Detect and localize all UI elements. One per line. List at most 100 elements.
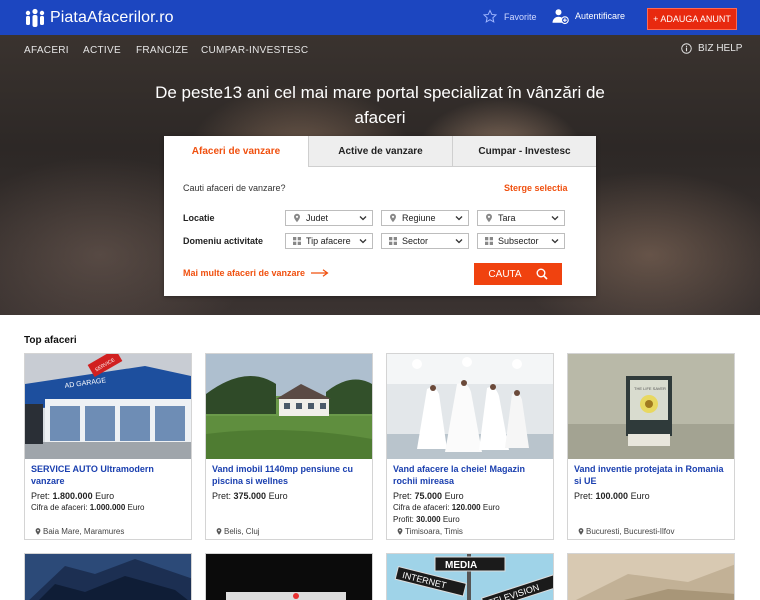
listing-profit: Profit: 30.000 Euro — [393, 515, 460, 524]
location-pin-icon — [294, 213, 300, 223]
nav-item-active[interactable]: ACTIVE — [83, 45, 121, 56]
location-pin-icon — [397, 528, 403, 535]
grid-icon — [485, 237, 493, 245]
chevron-down-icon — [359, 216, 367, 221]
price-currency: Euro — [630, 491, 650, 501]
listing-title[interactable]: Vand afacere la cheie! Magazin rochii mi… — [393, 463, 549, 487]
search-icon — [536, 268, 548, 280]
turnover-label: Cifra de afaceri: — [393, 503, 450, 512]
listing-title[interactable]: Vand imobil 1140mp pensiune cu piscina s… — [212, 463, 368, 487]
top-bar: PiataAfacerilor.ro Favorite Autentificar… — [0, 0, 760, 35]
listing-card[interactable]: MEDIA INTERNET TELEVISION — [386, 553, 554, 600]
listing-photo — [206, 554, 372, 600]
sector-select[interactable]: Sector — [381, 233, 469, 249]
location-pin-icon — [35, 528, 41, 535]
listing-title[interactable]: SERVICE AUTO Ultramodern vanzare — [31, 463, 187, 487]
main-nav: AFACERI ACTIVE FRANCIZE CUMPAR-INVESTESC… — [0, 35, 760, 67]
subsector-select[interactable]: Subsector — [477, 233, 565, 249]
search-panel: Afaceri de vanzare Active de vanzare Cum… — [164, 136, 596, 296]
section-title-top-afaceri: Top afaceri — [24, 335, 77, 346]
tab-active-de-vanzare[interactable]: Active de vanzare — [308, 136, 452, 167]
search-button[interactable]: CAUTA — [474, 263, 562, 285]
region-select[interactable]: Regiune — [381, 210, 469, 226]
favorites-link[interactable]: Favorite — [482, 9, 537, 24]
biz-help-link[interactable]: BIZ HELP — [681, 43, 742, 54]
add-listing-button[interactable]: + ADAUGA ANUNT — [647, 8, 737, 30]
listing-location: Bucuresti, Bucuresti-Ilfov — [577, 527, 674, 536]
hero-section: AFACERI ACTIVE FRANCIZE CUMPAR-INVESTESC… — [0, 35, 760, 315]
sector-value: Sector — [402, 236, 429, 246]
listing-turnover: Cifra de afaceri: 120.000 Euro — [393, 503, 500, 512]
county-value: Judet — [306, 213, 329, 223]
listing-card[interactable] — [567, 553, 735, 600]
chevron-down-icon — [455, 239, 463, 244]
tab-afaceri-de-vanzare[interactable]: Afaceri de vanzare — [164, 136, 308, 167]
listing-card[interactable]: THE LIFE SAVER Vand inventie protejata i… — [567, 353, 735, 540]
listing-location: Timisoara, Timis — [396, 527, 463, 536]
listing-price: Pret: 375.000 Euro — [212, 491, 288, 501]
more-businesses-link[interactable]: Mai multe afaceri de vanzare — [183, 268, 329, 278]
turnover-label: Cifra de afaceri: — [31, 503, 88, 512]
chevron-down-icon — [359, 239, 367, 244]
listing-photo — [25, 554, 191, 600]
profit-label: Profit: — [393, 515, 414, 524]
region-value: Regiune — [402, 213, 436, 223]
tab-cumpar-investesc[interactable]: Cumpar - Investesc — [452, 136, 596, 167]
county-select[interactable]: Judet — [285, 210, 373, 226]
grid-icon — [293, 237, 301, 245]
logo-text: PiataAfacerilor.ro — [50, 9, 174, 26]
country-value: Tara — [498, 213, 516, 223]
country-select[interactable]: Tara — [477, 210, 565, 226]
login-link[interactable]: Autentificare — [551, 7, 625, 25]
listing-turnover: Cifra de afaceri: 1.000.000 Euro — [31, 503, 144, 512]
grid-icon — [389, 237, 397, 245]
listing-photo: THE LIFE SAVER — [568, 354, 734, 459]
biz-help-label: BIZ HELP — [698, 43, 743, 54]
location-label: Locatie — [183, 213, 215, 223]
listing-card[interactable]: AD GARAGE SERVICE SERVICE AUTO Ultramode… — [24, 353, 192, 540]
listing-photo — [568, 554, 734, 600]
listing-price: Pret: 75.000 Euro — [393, 491, 464, 501]
listing-card[interactable]: Vand imobil 1140mp pensiune cu piscina s… — [205, 353, 373, 540]
user-add-icon — [552, 9, 569, 25]
listing-card[interactable] — [205, 553, 373, 600]
listing-card[interactable]: Vand afacere la cheie! Magazin rochii mi… — [386, 353, 554, 540]
location-text: Baia Mare, Maramures — [43, 527, 125, 536]
site-logo[interactable]: PiataAfacerilor.ro — [24, 7, 174, 29]
location-text: Belis, Cluj — [224, 527, 260, 536]
location-pin-icon — [486, 213, 492, 223]
chevron-down-icon — [551, 239, 559, 244]
business-type-value: Tip afacere — [306, 236, 351, 246]
hero-title: De peste13 ani cel mai mare portal speci… — [155, 83, 605, 127]
life-saver-text: THE LIFE SAVER — [634, 386, 666, 391]
profit-currency: Euro — [442, 515, 460, 524]
nav-item-francize[interactable]: FRANCIZE — [136, 45, 188, 56]
nav-item-afaceri[interactable]: AFACERI — [24, 45, 69, 56]
listing-price: Pret: 100.000 Euro — [574, 491, 650, 501]
price-label: Pret: — [574, 491, 594, 501]
subsector-value: Subsector — [498, 236, 539, 246]
listing-title[interactable]: Vand inventie protejata in Romania si UE — [574, 463, 730, 487]
more-businesses-label: Mai multe afaceri de vanzare — [183, 268, 306, 278]
nav-item-cumpar-investesc[interactable]: CUMPAR-INVESTESC — [201, 45, 308, 56]
info-icon — [681, 43, 692, 54]
location-pin-icon — [390, 213, 396, 223]
business-type-select[interactable]: Tip afacere — [285, 233, 373, 249]
location-text: Bucuresti, Bucuresti-Ilfov — [586, 527, 675, 536]
turnover-value: 120.000 — [451, 503, 481, 512]
price-value: 1.800.000 — [52, 491, 93, 501]
price-currency: Euro — [444, 491, 464, 501]
search-button-label: CAUTA — [488, 268, 522, 280]
chevron-down-icon — [551, 216, 559, 221]
price-value: 375.000 — [233, 491, 267, 501]
price-label: Pret: — [212, 491, 232, 501]
media-sign-text: MEDIA — [445, 560, 477, 571]
chevron-down-icon — [455, 216, 463, 221]
clear-selection-link[interactable]: Sterge selectia — [504, 183, 568, 193]
listing-photo: AD GARAGE SERVICE — [25, 354, 191, 459]
listing-card[interactable] — [24, 553, 192, 600]
price-label: Pret: — [31, 491, 51, 501]
listing-photo: MEDIA INTERNET TELEVISION — [387, 554, 553, 600]
turnover-currency: Euro — [482, 503, 500, 512]
location-pin-icon — [216, 528, 222, 535]
